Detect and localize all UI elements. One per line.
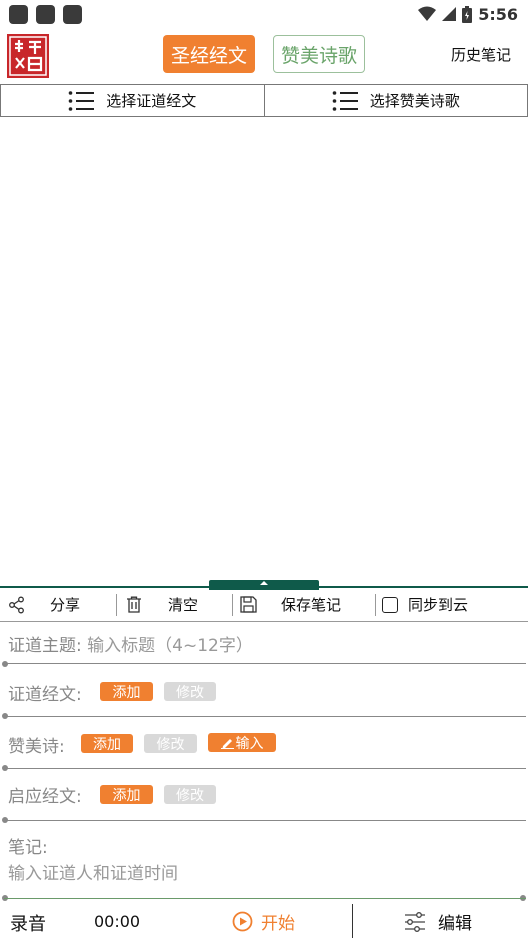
seal-logo-icon[interactable] — [7, 34, 49, 78]
row-divider — [4, 820, 526, 821]
row-divider — [4, 663, 526, 664]
notes-placeholder: 输入证道人和证道时间 — [8, 864, 178, 884]
notes-label: 笔记: — [8, 838, 48, 858]
response-edit-button[interactable]: 修改 — [164, 785, 216, 804]
start-label: 开始 — [261, 914, 295, 934]
sliders-icon — [405, 911, 425, 932]
scripture-row: 证道经文: 添加 修改 — [0, 672, 528, 720]
save-notes-label: 保存笔记 — [281, 596, 342, 614]
share-label: 分享 — [50, 596, 81, 614]
hymn-input-label: 输入 — [235, 735, 264, 752]
save-notes-button[interactable]: 保存笔记 — [233, 588, 375, 621]
status-icons: 5:56 — [418, 3, 518, 25]
sync-cloud-checkbox[interactable]: 同步到云 — [376, 588, 516, 621]
hymn-add-button[interactable]: 添加 — [81, 734, 133, 753]
notes-toolbar: 分享 清空 保存笔记 同步到云 — [0, 588, 528, 622]
clock: 5:56 — [478, 4, 518, 24]
select-hymn-button[interactable]: 选择赞美诗歌 — [263, 85, 528, 116]
list-icon — [68, 90, 95, 111]
content-area — [0, 117, 528, 587]
notification-icon — [63, 5, 82, 24]
scripture-label: 证道经文: — [8, 685, 82, 705]
recorder-label: 录音 — [10, 914, 46, 935]
checkbox-icon[interactable] — [382, 596, 398, 613]
scripture-add-button[interactable]: 添加 — [100, 682, 153, 701]
sync-cloud-label: 同步到云 — [408, 596, 469, 614]
select-scripture-button[interactable]: 选择证道经文 — [1, 85, 264, 116]
save-icon — [240, 596, 257, 613]
chevron-up-icon — [260, 581, 268, 585]
selector-bar: 选择证道经文 选择赞美诗歌 — [0, 84, 528, 117]
topic-field[interactable]: 证道主题: 输入标题（4~12字） — [8, 631, 253, 656]
pencil-icon — [220, 739, 234, 749]
recorder-time: 00:00 — [94, 912, 141, 931]
hymn-row: 赞美诗: 添加 修改 输入 — [0, 724, 528, 772]
play-icon — [232, 911, 253, 932]
row-divider — [4, 898, 526, 899]
row-divider — [4, 768, 526, 769]
clear-button[interactable]: 清空 — [117, 588, 232, 621]
select-scripture-label: 选择证道经文 — [106, 92, 197, 110]
history-notes-link[interactable]: 历史笔记 — [451, 44, 511, 65]
topic-row: 证道主题: 输入标题（4~12字） — [0, 622, 528, 667]
recorder-bar: 录音 00:00 开始 编辑 — [0, 902, 528, 938]
notification-icon — [36, 5, 55, 24]
hymn-input-button[interactable]: 输入 — [208, 733, 276, 752]
list-icon — [332, 90, 358, 111]
tab-hymns[interactable]: 赞美诗歌 — [273, 35, 365, 73]
select-hymn-label: 选择赞美诗歌 — [369, 92, 460, 110]
start-recording-button[interactable]: 开始 — [232, 909, 295, 934]
wifi-icon — [418, 6, 437, 21]
status-bar: 5:56 — [0, 0, 528, 28]
share-button[interactable]: 分享 — [0, 588, 116, 621]
share-icon — [9, 596, 24, 613]
response-row: 启应经文: 添加 修改 — [0, 776, 528, 824]
topic-placeholder: 输入标题（4~12字） — [87, 636, 253, 656]
tab-scripture[interactable]: 圣经经文 — [163, 35, 255, 73]
topic-label: 证道主题: — [8, 636, 82, 656]
notification-icon — [9, 5, 28, 24]
app-header: 圣经经文 赞美诗歌 历史笔记 — [0, 32, 528, 82]
edit-label: 编辑 — [438, 914, 472, 934]
response-add-button[interactable]: 添加 — [100, 785, 153, 804]
clear-label: 清空 — [168, 596, 199, 614]
notes-row[interactable]: 笔记: 输入证道人和证道时间 — [0, 828, 528, 901]
row-divider — [4, 716, 526, 717]
signal-icon — [442, 7, 457, 21]
trash-icon — [127, 596, 141, 613]
hymn-edit-button[interactable]: 修改 — [144, 734, 197, 753]
recorder-separator — [352, 904, 353, 938]
response-label: 启应经文: — [8, 787, 82, 807]
hymn-label: 赞美诗: — [8, 737, 65, 757]
divider-dot — [2, 661, 8, 667]
edit-button[interactable]: 编辑 — [404, 909, 472, 934]
scripture-edit-button[interactable]: 修改 — [164, 682, 216, 701]
battery-icon — [462, 5, 473, 23]
